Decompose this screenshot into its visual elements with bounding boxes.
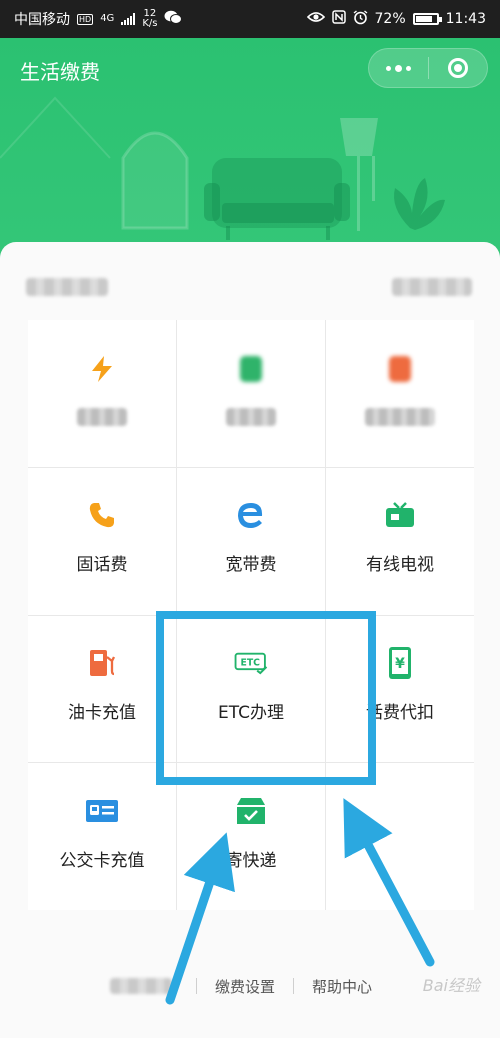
battery-percent: 72% [374,11,406,27]
tv-icon [383,498,417,532]
fuel-icon [85,646,119,680]
status-left: 中国移动 HD 4G 12 K/s [14,9,183,29]
service-label: 寄快递 [225,850,277,871]
service-fuel-card[interactable]: 油卡充值 [28,615,176,763]
alarm-icon [353,9,368,29]
service-express[interactable]: 寄快递 [177,763,325,910]
water-icon [234,352,268,386]
service-cable-tv[interactable]: 有线电视 [326,467,474,615]
service-label: 油卡充值 [68,702,136,723]
payment-settings-link[interactable]: 缴费设置 [197,976,293,997]
service-label: 宽带费 [225,555,277,576]
package-icon [234,794,268,828]
service-grid: 固话费 宽带费 有线电视 油卡充值 ETC ETC办理 ¥ 话费代扣 公交卡充值… [28,320,474,910]
watermark: Bai经验 [422,976,480,995]
hd-icon: HD [77,13,94,25]
gas-icon [383,352,417,386]
blurred-service-label [226,408,276,427]
service-bus-card[interactable]: 公交卡充值 [28,763,176,910]
blurred-service-label [77,408,127,427]
bus-card-icon [85,794,119,828]
service-electricity[interactable] [28,320,176,467]
carrier-name: 中国移动 [14,12,70,28]
service-gas[interactable] [326,320,474,467]
blurred-account-value [392,278,472,296]
service-broadband[interactable]: 宽带费 [177,467,325,615]
nfc-icon [331,10,346,28]
svg-text:¥: ¥ [395,656,405,672]
status-bar: 中国移动 HD 4G 12 K/s 72% 11:43 [0,0,500,38]
wechat-icon [164,10,183,29]
service-phone-auto-pay[interactable]: ¥ 话费代扣 [326,615,474,763]
service-landline[interactable]: 固话费 [28,467,176,615]
battery-icon [412,13,442,25]
svg-text:ETC: ETC [241,658,261,669]
service-label: 固话费 [76,555,128,576]
clock-time: 11:43 [445,11,486,27]
eye-icon [306,11,325,27]
mobile-yen-icon: ¥ [383,646,417,680]
service-label: 话费代扣 [366,702,434,723]
network-type: 4G [100,13,115,24]
service-label: 公交卡充值 [59,850,145,871]
status-right: 72% 11:43 [306,9,486,29]
etc-icon: ETC [234,646,268,680]
services-card: 固话费 宽带费 有线电视 油卡充值 ETC ETC办理 ¥ 话费代扣 公交卡充值… [0,242,500,1038]
signal-icon [121,13,136,25]
lightning-icon [85,352,119,386]
phone-icon [85,498,119,532]
service-etc[interactable]: ETC ETC办理 [177,615,325,763]
service-label: ETC办理 [218,702,284,723]
help-center-link[interactable]: 帮助中心 [294,976,390,997]
blurred-service-label [365,408,435,427]
service-water[interactable] [177,320,325,467]
speed-unit: K/s [142,18,158,29]
network-speed: 12 K/s [142,9,157,29]
broadband-icon [234,498,268,532]
service-label: 有线电视 [366,555,434,576]
blurred-account-label [26,278,108,296]
empty-cell [326,763,474,910]
blurred-footer-link[interactable] [109,978,172,994]
